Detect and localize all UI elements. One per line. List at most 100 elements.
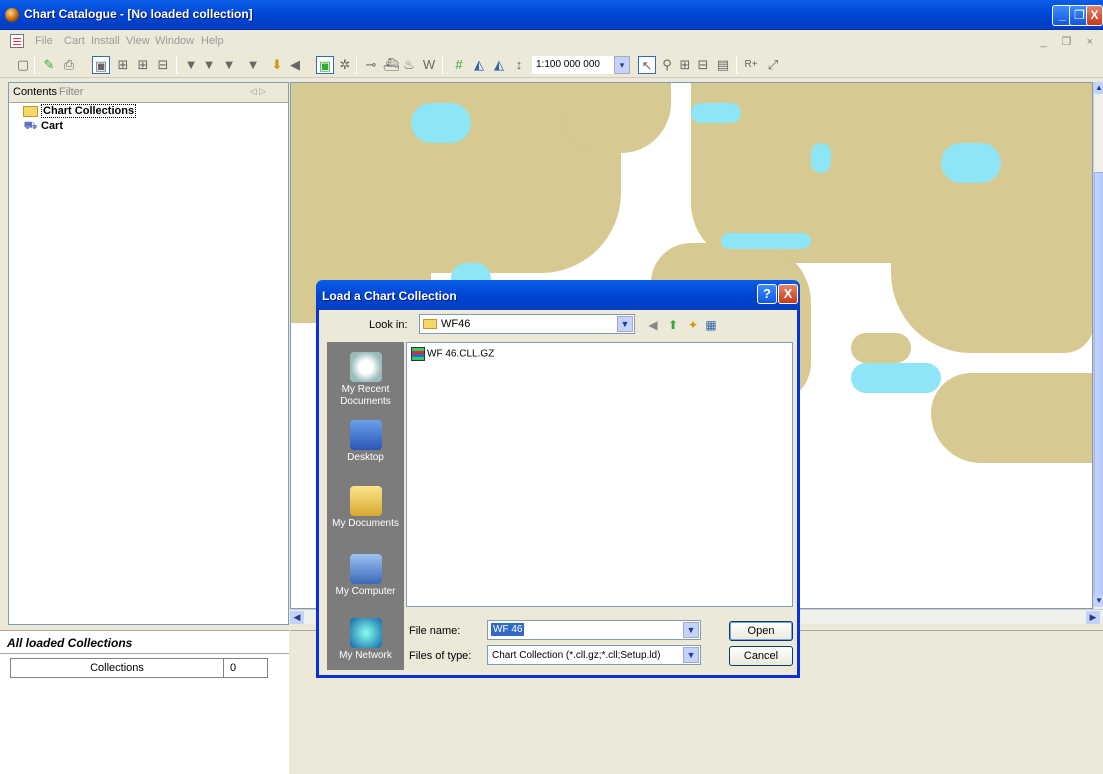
new-folder-icon[interactable]: ✦ bbox=[685, 317, 701, 333]
menu-install[interactable]: Install bbox=[91, 35, 120, 47]
zoom-icon[interactable]: ⚲ bbox=[658, 56, 676, 74]
dialog-title-bar[interactable]: Load a Chart Collection ? X bbox=[316, 280, 800, 310]
document-icon[interactable] bbox=[10, 34, 24, 48]
tide-icon[interactable]: ♨ bbox=[400, 56, 418, 74]
route-icon[interactable]: ⊸ bbox=[362, 56, 380, 74]
add-all-icon[interactable]: ⊞ bbox=[134, 56, 152, 74]
back-icon[interactable]: ◀ bbox=[286, 56, 304, 74]
menu-view[interactable]: View bbox=[126, 35, 150, 47]
wizard-icon[interactable]: ✎ bbox=[40, 56, 58, 74]
weather-icon[interactable]: W bbox=[420, 56, 438, 74]
view-menu-icon[interactable]: ▦ bbox=[703, 317, 719, 333]
install-icon[interactable]: ✲ bbox=[336, 56, 354, 74]
chevron-down-icon[interactable]: ▼ bbox=[617, 316, 633, 332]
zoom-out-icon[interactable]: ⊟ bbox=[694, 56, 712, 74]
rotate-icon[interactable]: R+ bbox=[742, 56, 760, 74]
dialog-close-button[interactable]: X bbox=[778, 284, 798, 304]
back-icon[interactable]: ◀ bbox=[645, 317, 661, 333]
menu-cart[interactable]: Cart bbox=[64, 35, 85, 47]
tree-item-chart-collections[interactable]: Chart Collections bbox=[23, 104, 137, 119]
chart-update-icon[interactable]: ◭ bbox=[490, 56, 508, 74]
water-north-sea bbox=[691, 103, 741, 123]
menu-window[interactable]: Window bbox=[155, 35, 194, 47]
cart-add-icon[interactable]: ⬇ bbox=[268, 56, 286, 74]
scale-dropdown-arrow[interactable]: ▾ bbox=[614, 56, 630, 74]
grid-icon[interactable]: # bbox=[450, 56, 468, 74]
ship-icon[interactable]: ⛴ bbox=[382, 56, 400, 74]
menu-file[interactable]: File bbox=[35, 35, 53, 47]
tree-item-cart[interactable]: ⛟ Cart bbox=[23, 120, 63, 134]
place-recent[interactable]: My Recent Documents bbox=[327, 352, 404, 408]
places-bar: My Recent Documents Desktop My Documents… bbox=[327, 342, 404, 670]
scale-icon[interactable]: ↕ bbox=[510, 56, 528, 74]
place-desktop[interactable]: Desktop bbox=[327, 420, 404, 464]
tab-contents[interactable]: Contents bbox=[13, 86, 57, 98]
folder-icon bbox=[23, 105, 38, 117]
panel-tabs: Contents Filter ◁ ▷ bbox=[9, 83, 288, 103]
water-caspian bbox=[811, 143, 831, 173]
print-icon[interactable]: ⎙ bbox=[60, 56, 78, 74]
chevron-down-icon[interactable]: ▼ bbox=[683, 647, 699, 663]
add-icon[interactable]: ⊞ bbox=[114, 56, 132, 74]
pointer-icon[interactable]: ↖ bbox=[638, 56, 656, 74]
place-label: My Network bbox=[339, 650, 392, 661]
tab-scroll-arrows[interactable]: ◁ ▷ bbox=[250, 86, 266, 97]
properties-icon[interactable]: ▣ bbox=[92, 56, 110, 74]
scroll-thumb[interactable] bbox=[1094, 172, 1103, 602]
land-indonesia bbox=[851, 333, 911, 363]
scroll-up-arrow[interactable]: ▲ bbox=[1094, 82, 1103, 94]
archive-icon bbox=[411, 347, 425, 361]
load-collection-dialog: Load a Chart Collection ? X Look in: WF4… bbox=[316, 280, 800, 678]
collections-heading: All loaded Collections bbox=[7, 636, 133, 650]
tab-filter[interactable]: Filter bbox=[59, 86, 83, 98]
chevron-down-icon[interactable]: ▼ bbox=[683, 622, 699, 638]
filter-icon[interactable]: ▼ bbox=[182, 56, 200, 74]
close-button[interactable]: X bbox=[1086, 5, 1103, 26]
land-greenland bbox=[561, 83, 671, 153]
cancel-button[interactable]: Cancel bbox=[729, 646, 793, 666]
collections-count: 0 bbox=[230, 662, 237, 674]
water-arafura bbox=[851, 363, 941, 393]
scroll-down-arrow[interactable]: ▼ bbox=[1094, 595, 1103, 607]
filter-clear-icon[interactable]: ▼ bbox=[244, 56, 262, 74]
open-button[interactable]: Open bbox=[729, 621, 793, 641]
select-area-icon[interactable]: ▣ bbox=[316, 56, 334, 74]
place-computer[interactable]: My Computer bbox=[327, 554, 404, 598]
place-label: My Computer bbox=[335, 586, 396, 597]
file-name: WF 46.CLL.GZ bbox=[427, 348, 495, 360]
scroll-left-arrow[interactable]: ◀ bbox=[290, 611, 304, 624]
files-of-type-select[interactable]: Chart Collection (*.cll.gz;*.cll;Setup.l… bbox=[487, 645, 701, 665]
filter-edit-icon[interactable]: ▼ bbox=[220, 56, 238, 74]
mdi-controls[interactable]: _ ❐ × bbox=[1040, 35, 1099, 48]
place-documents[interactable]: My Documents bbox=[327, 486, 404, 530]
look-in-select[interactable]: WF46 ▼ bbox=[419, 314, 635, 334]
tree-item-label: Cart bbox=[41, 120, 64, 133]
menu-help[interactable]: Help bbox=[201, 35, 224, 47]
my-documents-icon bbox=[349, 486, 382, 516]
map-vertical-scrollbar[interactable]: ▲ ▼ bbox=[1093, 82, 1103, 609]
zoom-in-icon[interactable]: ⊞ bbox=[676, 56, 694, 74]
place-label: My Documents bbox=[332, 518, 399, 529]
file-name-label: File name: bbox=[409, 625, 461, 637]
file-name-input[interactable]: WF 46 ▼ bbox=[487, 620, 701, 640]
place-network[interactable]: My Network bbox=[327, 618, 404, 662]
toolbar-separator bbox=[442, 56, 443, 74]
recent-documents-icon bbox=[349, 352, 382, 382]
file-list[interactable]: WF 46.CLL.GZ bbox=[406, 342, 793, 607]
zoom-window-icon[interactable]: ▤ bbox=[714, 56, 732, 74]
help-button[interactable]: ? bbox=[757, 284, 777, 304]
folder-icon bbox=[423, 319, 437, 329]
window-title: Chart Catalogue - [No loaded collection] bbox=[24, 7, 253, 21]
chart-icon[interactable]: ◭ bbox=[470, 56, 488, 74]
file-item[interactable]: WF 46.CLL.GZ bbox=[411, 347, 494, 363]
measure-icon[interactable]: ⤢ bbox=[764, 56, 782, 74]
title-bar[interactable]: Chart Catalogue - [No loaded collection]… bbox=[0, 0, 1103, 30]
filter-all-icon[interactable]: ▼ bbox=[200, 56, 218, 74]
scroll-right-arrow[interactable]: ▶ bbox=[1086, 611, 1100, 624]
remove-icon[interactable]: ⊟ bbox=[154, 56, 172, 74]
toolbar-separator bbox=[736, 56, 737, 74]
up-folder-icon[interactable]: ⬆ bbox=[665, 317, 681, 333]
new-icon[interactable]: ▢ bbox=[14, 56, 32, 74]
app-globe-icon[interactable] bbox=[5, 8, 19, 22]
scale-input[interactable]: 1:100 000 000 bbox=[532, 56, 622, 74]
